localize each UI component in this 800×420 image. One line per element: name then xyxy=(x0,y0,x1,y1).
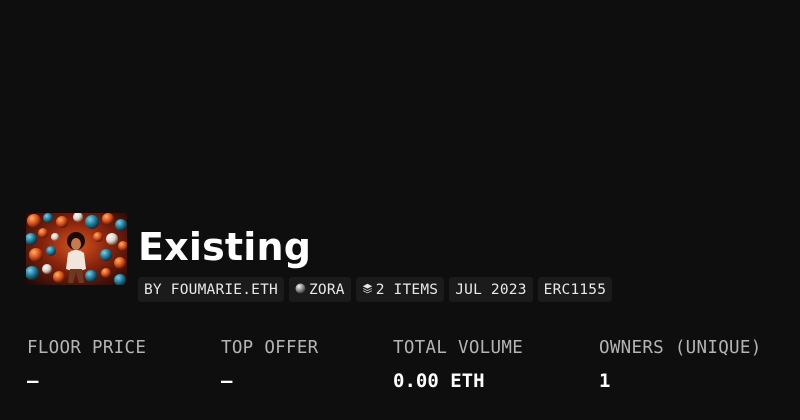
collection-title-block: Existing BY FOUMARIE.ETH ZORA 2 ITEMS JU… xyxy=(138,213,613,302)
standard-tag: ERC1155 xyxy=(537,277,613,302)
collection-header: Existing BY FOUMARIE.ETH ZORA 2 ITEMS JU… xyxy=(26,213,613,302)
collection-card: { "collection": { "title": "Existing", "… xyxy=(0,0,800,420)
items-tag-label: 2 ITEMS xyxy=(375,281,439,298)
stat-value: — xyxy=(221,370,233,392)
creator-tag[interactable]: BY FOUMARIE.ETH xyxy=(138,277,284,302)
items-tag[interactable]: 2 ITEMS xyxy=(355,277,445,302)
stat-label: TOP OFFER xyxy=(221,338,319,358)
standard-tag-label: ERC1155 xyxy=(543,281,607,298)
collection-stats: FLOOR PRICE — TOP OFFER — TOTAL VOLUME 0… xyxy=(27,337,787,397)
collection-thumbnail[interactable] xyxy=(26,213,127,285)
stat-label: FLOOR PRICE xyxy=(27,338,147,358)
stat-value: 0.00 ETH xyxy=(393,370,485,392)
stat-label: TOTAL VOLUME xyxy=(393,338,524,358)
collection-title: Existing xyxy=(138,225,312,269)
stat-label: OWNERS (UNIQUE) xyxy=(599,338,762,358)
stat-total-volume: TOTAL VOLUME 0.00 ETH xyxy=(393,337,523,393)
stat-owners: OWNERS (UNIQUE) 1 xyxy=(599,337,762,393)
stat-value: 1 xyxy=(599,370,611,392)
layers-icon xyxy=(362,282,373,298)
date-tag-label: JUL 2023 xyxy=(455,281,527,298)
chain-tag-label: ZORA xyxy=(308,281,345,298)
collection-tags: BY FOUMARIE.ETH ZORA 2 ITEMS JUL 2023 ER… xyxy=(138,277,613,302)
date-tag: JUL 2023 xyxy=(449,277,533,302)
stat-value: — xyxy=(27,370,39,392)
thumbnail-artwork xyxy=(26,213,127,285)
chain-tag[interactable]: ZORA xyxy=(288,277,351,302)
creator-tag-label: BY FOUMARIE.ETH xyxy=(144,281,278,298)
stat-floor-price: FLOOR PRICE — xyxy=(27,337,146,393)
stat-top-offer: TOP OFFER — xyxy=(221,337,319,393)
zora-sphere-icon xyxy=(295,282,306,298)
